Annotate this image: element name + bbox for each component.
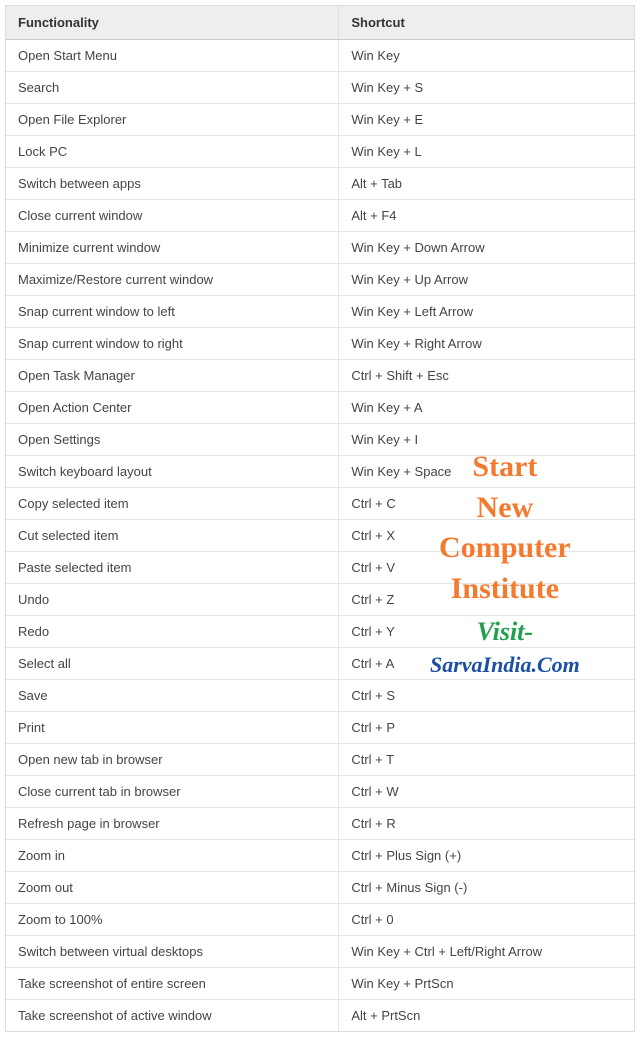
table-row: SearchWin Key + S [6,72,634,104]
table-row: Take screenshot of active windowAlt + Pr… [6,1000,634,1032]
header-row: Functionality Shortcut [6,6,634,40]
cell-functionality: Minimize current window [6,232,339,264]
cell-shortcut: Win Key + Ctrl + Left/Right Arrow [339,936,634,968]
cell-functionality: Save [6,680,339,712]
table-row: Open SettingsWin Key + I [6,424,634,456]
table-row: Minimize current windowWin Key + Down Ar… [6,232,634,264]
table-row: Refresh page in browserCtrl + R [6,808,634,840]
cell-shortcut: Win Key + A [339,392,634,424]
shortcuts-table: Functionality Shortcut Open Start MenuWi… [6,6,634,1031]
table-row: Snap current window to rightWin Key + Ri… [6,328,634,360]
table-row: SaveCtrl + S [6,680,634,712]
cell-shortcut: Ctrl + Z [339,584,634,616]
cell-functionality: Refresh page in browser [6,808,339,840]
cell-functionality: Open Settings [6,424,339,456]
cell-functionality: Search [6,72,339,104]
cell-shortcut: Ctrl + Plus Sign (+) [339,840,634,872]
cell-shortcut: Ctrl + Shift + Esc [339,360,634,392]
cell-functionality: Close current tab in browser [6,776,339,808]
cell-shortcut: Ctrl + T [339,744,634,776]
table-row: Zoom inCtrl + Plus Sign (+) [6,840,634,872]
table-row: Maximize/Restore current windowWin Key +… [6,264,634,296]
cell-functionality: Redo [6,616,339,648]
cell-shortcut: Win Key + I [339,424,634,456]
cell-functionality: Close current window [6,200,339,232]
cell-shortcut: Ctrl + A [339,648,634,680]
cell-functionality: Take screenshot of entire screen [6,968,339,1000]
cell-functionality: Open File Explorer [6,104,339,136]
table-row: Zoom to 100%Ctrl + 0 [6,904,634,936]
table-row: Open Action CenterWin Key + A [6,392,634,424]
cell-shortcut: Win Key + Up Arrow [339,264,634,296]
cell-functionality: Zoom out [6,872,339,904]
table-row: Snap current window to leftWin Key + Lef… [6,296,634,328]
table-row: Open new tab in browserCtrl + T [6,744,634,776]
cell-functionality: Take screenshot of active window [6,1000,339,1032]
cell-shortcut: Win Key + E [339,104,634,136]
cell-shortcut: Win Key + L [339,136,634,168]
cell-functionality: Switch keyboard layout [6,456,339,488]
cell-shortcut: Ctrl + X [339,520,634,552]
cell-functionality: Select all [6,648,339,680]
table-row: Close current tab in browserCtrl + W [6,776,634,808]
cell-shortcut: Alt + PrtScn [339,1000,634,1032]
table-row: Switch keyboard layoutWin Key + Space [6,456,634,488]
table-row: Select allCtrl + A [6,648,634,680]
cell-functionality: Snap current window to right [6,328,339,360]
cell-shortcut: Win Key [339,40,634,72]
cell-functionality: Lock PC [6,136,339,168]
cell-shortcut: Alt + Tab [339,168,634,200]
cell-functionality: Undo [6,584,339,616]
table-row: RedoCtrl + Y [6,616,634,648]
table-row: Open Start MenuWin Key [6,40,634,72]
cell-shortcut: Ctrl + Minus Sign (-) [339,872,634,904]
cell-shortcut: Ctrl + R [339,808,634,840]
table-row: PrintCtrl + P [6,712,634,744]
cell-functionality: Switch between apps [6,168,339,200]
cell-functionality: Open Task Manager [6,360,339,392]
cell-functionality: Switch between virtual desktops [6,936,339,968]
cell-shortcut: Alt + F4 [339,200,634,232]
header-functionality: Functionality [6,6,339,40]
table-row: Close current windowAlt + F4 [6,200,634,232]
table-row: Switch between appsAlt + Tab [6,168,634,200]
cell-functionality: Zoom to 100% [6,904,339,936]
cell-shortcut: Ctrl + P [339,712,634,744]
table-row: Take screenshot of entire screenWin Key … [6,968,634,1000]
header-shortcut: Shortcut [339,6,634,40]
cell-shortcut: Ctrl + 0 [339,904,634,936]
table-row: Cut selected itemCtrl + X [6,520,634,552]
table-row: Paste selected itemCtrl + V [6,552,634,584]
table-row: Open File ExplorerWin Key + E [6,104,634,136]
cell-shortcut: Ctrl + V [339,552,634,584]
cell-functionality: Zoom in [6,840,339,872]
cell-functionality: Open Start Menu [6,40,339,72]
cell-functionality: Open new tab in browser [6,744,339,776]
table-row: Open Task ManagerCtrl + Shift + Esc [6,360,634,392]
table-row: UndoCtrl + Z [6,584,634,616]
cell-functionality: Maximize/Restore current window [6,264,339,296]
cell-functionality: Cut selected item [6,520,339,552]
cell-functionality: Print [6,712,339,744]
cell-shortcut: Win Key + Down Arrow [339,232,634,264]
cell-shortcut: Win Key + Right Arrow [339,328,634,360]
table-row: Copy selected itemCtrl + C [6,488,634,520]
cell-shortcut: Win Key + Space [339,456,634,488]
cell-shortcut: Ctrl + C [339,488,634,520]
cell-functionality: Paste selected item [6,552,339,584]
table-row: Zoom outCtrl + Minus Sign (-) [6,872,634,904]
cell-shortcut: Win Key + Left Arrow [339,296,634,328]
table-row: Lock PCWin Key + L [6,136,634,168]
table-row: Switch between virtual desktopsWin Key +… [6,936,634,968]
cell-functionality: Open Action Center [6,392,339,424]
cell-shortcut: Ctrl + Y [339,616,634,648]
cell-shortcut: Ctrl + S [339,680,634,712]
table-body: Open Start MenuWin KeySearchWin Key + SO… [6,40,634,1032]
cell-functionality: Copy selected item [6,488,339,520]
cell-shortcut: Win Key + PrtScn [339,968,634,1000]
cell-functionality: Snap current window to left [6,296,339,328]
shortcuts-table-container: Functionality Shortcut Open Start MenuWi… [5,5,635,1032]
cell-shortcut: Ctrl + W [339,776,634,808]
cell-shortcut: Win Key + S [339,72,634,104]
